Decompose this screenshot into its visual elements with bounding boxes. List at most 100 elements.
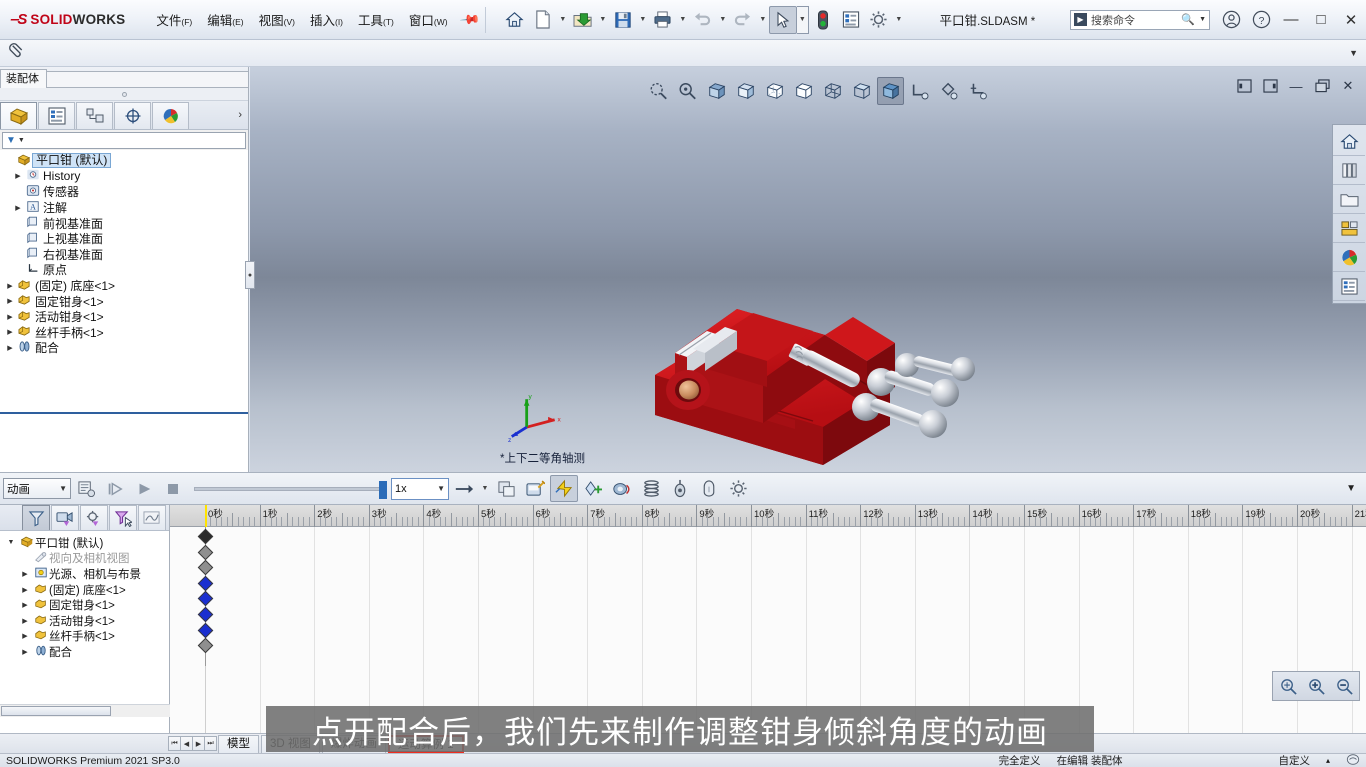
timeline-playhead[interactable] <box>205 505 207 527</box>
display-style-wireframe-icon[interactable] <box>819 77 846 105</box>
tree-arrow[interactable]: ▶ <box>12 204 24 212</box>
playback-speed-input[interactable]: 1x ▼ <box>391 477 449 500</box>
panel-collapse-handle[interactable]: ● <box>245 261 255 289</box>
view-orientation-icon[interactable] <box>703 77 730 105</box>
tree-node-top-plane[interactable]: 上视基准面 <box>0 231 248 247</box>
panel-grip[interactable] <box>0 88 248 101</box>
tree-node-sensors[interactable]: 传感器 <box>0 184 248 200</box>
options-list-icon[interactable] <box>837 6 865 34</box>
save-dropdown-caret[interactable]: ▼ <box>637 6 649 34</box>
section-view-icon[interactable] <box>906 77 933 105</box>
pin-left-icon[interactable] <box>1232 75 1256 97</box>
timeline-ruler[interactable]: 0秒 1秒 2秒 3秒 4秒 5秒 6秒 7秒 8秒 9秒 10秒 11秒 12秒 13秒 14秒 15秒 16… <box>170 505 1366 527</box>
property-manager-tab[interactable] <box>38 101 75 129</box>
mm-node-orientation-camera[interactable]: ▶ 视向及相机视图 <box>0 551 169 567</box>
commandmanager-collapse-caret[interactable]: ▼ <box>1349 48 1358 58</box>
tree-node-origin[interactable]: 原点 <box>0 262 248 278</box>
play-button[interactable] <box>130 475 158 502</box>
home-icon[interactable] <box>501 6 529 34</box>
settings-dropdown-caret[interactable]: ▼ <box>893 6 905 34</box>
tree-arrow[interactable]: ▶ <box>18 648 32 656</box>
tree-node-front-plane[interactable]: 前视基准面 <box>0 215 248 231</box>
menu-tools[interactable]: 工具(T) <box>351 6 401 33</box>
menu-insert[interactable]: 插入(I) <box>303 6 350 33</box>
undo-dropdown-caret[interactable]: ▼ <box>717 6 729 34</box>
zoom-to-fit-icon[interactable] <box>645 77 672 105</box>
rebuild-icon[interactable] <box>809 6 837 34</box>
model-vise[interactable] <box>645 257 1005 472</box>
display-style-draft-quality-icon[interactable] <box>848 77 875 105</box>
design-library-icon[interactable] <box>1333 156 1365 185</box>
maximize-button[interactable]: □ <box>1306 0 1336 40</box>
mm-node-lights-cameras-scene[interactable]: ▶ 光源、相机与布景 <box>0 566 169 582</box>
contact-button[interactable] <box>695 475 723 502</box>
slider-thumb[interactable] <box>379 480 387 499</box>
redo-dropdown-caret[interactable]: ▼ <box>757 6 769 34</box>
redo-icon[interactable] <box>729 6 757 34</box>
task-pane-home-icon[interactable] <box>1333 127 1365 156</box>
keyframe-marker[interactable] <box>197 637 214 654</box>
keyframe-marker[interactable] <box>197 528 214 545</box>
doc-restore-icon[interactable] <box>1310 75 1334 97</box>
motor-button[interactable] <box>608 475 636 502</box>
menu-view[interactable]: 视图(V) <box>252 6 302 33</box>
view-settings-icon[interactable] <box>935 77 962 105</box>
doc-minimize-icon[interactable]: — <box>1284 75 1308 97</box>
keyframe-marker[interactable] <box>197 591 214 607</box>
tree-arrow[interactable]: ▶ <box>12 172 24 180</box>
configuration-manager-tab[interactable] <box>76 101 113 129</box>
tree-arrow[interactable]: ▶ <box>4 328 16 336</box>
tree-node-history[interactable]: ▶ History <box>0 169 248 185</box>
stop-button[interactable] <box>159 475 187 502</box>
new-document-dropdown-caret[interactable]: ▼ <box>557 6 569 34</box>
search-input[interactable]: ▶ 搜索命令 🔍 ▼ <box>1070 9 1210 30</box>
tree-arrow[interactable]: ▼ <box>4 539 18 546</box>
mm-node-assembly[interactable]: ▼ 平口钳 (默认) <box>0 535 169 551</box>
filter-all-icon[interactable] <box>22 505 50 530</box>
motion-study-type-select[interactable]: 动画 ▼ <box>3 478 71 499</box>
timeline-zoom-fit-icon[interactable] <box>1275 674 1301 698</box>
chevron-down-icon[interactable]: ▼ <box>437 484 445 493</box>
settings-gear-icon[interactable] <box>865 6 893 34</box>
close-button[interactable]: ✕ <box>1336 0 1366 40</box>
timeline-zoom-in-icon[interactable] <box>1303 674 1329 698</box>
keyframe-marker[interactable] <box>197 544 214 560</box>
motion-study-properties-button[interactable] <box>724 475 752 502</box>
damper-button[interactable] <box>666 475 694 502</box>
tab-last-icon[interactable]: ⏭ <box>204 736 217 751</box>
open-file-dropdown-caret[interactable]: ▼ <box>597 6 609 34</box>
tree-node-annotations[interactable]: ▶ A 注解 <box>0 200 248 216</box>
motion-toolbar-collapse-caret[interactable]: ▼ <box>1346 483 1356 494</box>
apply-scene-icon[interactable] <box>964 77 991 105</box>
auto-key-button[interactable] <box>550 475 578 502</box>
mm-node-base[interactable]: ▶ (固定) 底座<1> <box>0 582 169 598</box>
zoom-to-area-icon[interactable] <box>674 77 701 105</box>
mm-node-mates[interactable]: ▶ 配合 <box>0 644 169 660</box>
print-icon[interactable] <box>649 6 677 34</box>
menu-file[interactable]: 文件(F) <box>149 6 199 33</box>
view-palette-icon[interactable] <box>1333 214 1365 243</box>
pin-right-icon[interactable] <box>1258 75 1282 97</box>
pin-menu-icon[interactable]: 📌 <box>458 8 481 31</box>
assembly-tab[interactable]: 装配体 <box>0 69 47 88</box>
display-style-shaded-icon[interactable] <box>877 77 904 105</box>
display-style-hidden-lines-visible-icon[interactable] <box>761 77 788 105</box>
open-file-icon[interactable] <box>569 6 597 34</box>
animation-wizard-button[interactable] <box>521 475 549 502</box>
help-icon[interactable]: ? <box>1246 0 1276 40</box>
save-animation-button[interactable] <box>492 475 520 502</box>
tree-arrow[interactable]: ▶ <box>18 570 32 578</box>
mm-node-fixed-jaw[interactable]: ▶ 固定钳身<1> <box>0 597 169 613</box>
add-update-key-button[interactable] <box>579 475 607 502</box>
search-dropdown-caret[interactable]: ▼ <box>1199 16 1206 23</box>
tab-model[interactable]: 模型 <box>218 734 259 753</box>
tree-filter-input[interactable]: ▼ ▼ <box>2 131 246 149</box>
keyframe-marker[interactable] <box>197 606 214 623</box>
filter-selected-icon[interactable] <box>109 505 137 530</box>
tree-tabs-expand-caret[interactable]: › <box>238 109 242 121</box>
display-style-shaded-edges-icon[interactable] <box>732 77 759 105</box>
feature-manager-tab[interactable] <box>0 101 37 129</box>
tree-arrow[interactable]: ▶ <box>4 313 16 321</box>
tree-node-movable-jaw[interactable]: ▶ 活动钳身<1> <box>0 309 248 325</box>
tree-arrow[interactable]: ▶ <box>18 617 32 625</box>
